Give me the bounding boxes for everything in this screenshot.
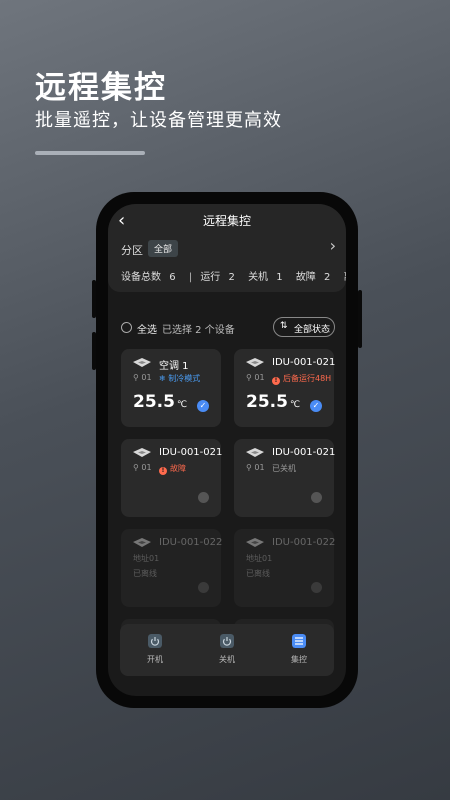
page-title: 远程集控 (202, 214, 251, 228)
ac-unit-icon (133, 358, 151, 367)
zone-badge[interactable]: 全部 (148, 240, 179, 257)
device-location: ⚲ 01 (133, 463, 152, 472)
device-location: ⚲ 01 (133, 373, 152, 382)
device-location: 地址01 (133, 554, 160, 563)
stat-running: 运行 2 (200, 272, 235, 283)
device-status: 已关机 (272, 464, 296, 473)
power-off-button[interactable]: 关机 (197, 624, 257, 676)
checkmark-icon[interactable]: ✓ (310, 400, 322, 412)
select-all-label[interactable]: 全选 (137, 321, 157, 336)
power-icon (220, 634, 234, 648)
ac-unit-icon (133, 448, 151, 457)
stat-off: 关机 1 (248, 272, 283, 283)
device-status: ! 故障 (159, 463, 186, 475)
select-radio[interactable] (311, 492, 322, 503)
device-name: IDU-001-021 (272, 447, 336, 458)
device-name: IDU-001-021 (272, 357, 336, 368)
hero-title: 远程集控 (35, 70, 167, 106)
ac-unit-icon (246, 448, 264, 457)
app-header: ‹ 远程集控 分区 全部 › 设备总数 6 | 运行 2 关机 1 故障 2 离… (108, 204, 346, 292)
ac-unit-icon (133, 538, 151, 547)
device-card[interactable]: IDU-001-022 地址01 已离线 (121, 529, 223, 607)
control-panel-icon (292, 634, 306, 648)
device-stats: 设备总数 6 | 运行 2 关机 1 故障 2 离线 1 (121, 268, 346, 283)
power-on-button[interactable]: 开机 (125, 624, 185, 676)
hero-underline (35, 151, 145, 155)
select-radio[interactable] (198, 492, 209, 503)
device-location: ⚲ 01 (246, 373, 265, 382)
phone-frame: ‹ 远程集控 分区 全部 › 设备总数 6 | 运行 2 关机 1 故障 2 离… (92, 192, 362, 708)
device-card[interactable]: IDU-001-021 ⚲ 01 ! 故障 (121, 439, 223, 517)
status-filter-button[interactable]: ⇅ 全部状态 (273, 317, 335, 337)
warning-icon: ! (159, 467, 167, 475)
select-all-radio[interactable] (121, 322, 132, 333)
device-card[interactable]: IDU-001-021 ⚲ 01 ! 后备运行48H 25.5 ℃ ✓ (234, 349, 336, 427)
phone-volume-button (92, 332, 96, 370)
device-card[interactable]: IDU-001-022 地址01 已离线 (234, 529, 336, 607)
phone-volume-button (92, 280, 96, 318)
select-radio[interactable] (311, 582, 322, 593)
device-temperature: 25.5 ℃ (133, 392, 188, 412)
selection-bar: 全选 已选择 2 个设备 ⇅ 全部状态 (121, 317, 335, 339)
warning-icon: ! (272, 377, 280, 385)
stat-divider: | (188, 272, 193, 283)
device-status: ❄ 制冷模式 (159, 374, 201, 383)
device-name: 空调 1 (159, 361, 189, 372)
stat-offline: 离线 1 (344, 272, 346, 283)
device-name: IDU-001-022 (272, 537, 336, 548)
device-location: 地址01 (246, 554, 273, 563)
chevron-right-icon[interactable]: › (330, 236, 336, 255)
power-icon (148, 634, 162, 648)
checkmark-icon[interactable]: ✓ (197, 400, 209, 412)
bottom-action-bar: 开机 关机 集控 (120, 624, 334, 676)
ac-unit-icon (246, 538, 264, 547)
device-location: ⚲ 01 (246, 463, 265, 472)
hero-subtitle: 批量遥控，让设备管理更高效 (35, 110, 282, 131)
central-control-button[interactable]: 集控 (269, 624, 329, 676)
filter-icon: ⇅ (280, 321, 288, 331)
device-name: IDU-001-022 (159, 537, 223, 548)
app-screen: ‹ 远程集控 分区 全部 › 设备总数 6 | 运行 2 关机 1 故障 2 离… (108, 204, 346, 696)
ac-unit-icon (246, 358, 264, 367)
zone-label: 分区 (121, 244, 143, 257)
device-name: IDU-001-021 (159, 447, 223, 458)
device-status: ! 后备运行48H (272, 373, 331, 385)
selected-count: 已选择 2 个设备 (162, 325, 235, 336)
device-temperature: 25.5 ℃ (246, 392, 301, 412)
phone-power-button (358, 290, 362, 348)
device-status: 已离线 (246, 569, 270, 578)
stat-total: 设备总数 6 (121, 272, 176, 283)
select-radio[interactable] (198, 582, 209, 593)
device-card[interactable]: 空调 1 ⚲ 01 ❄ 制冷模式 25.5 ℃ ✓ (121, 349, 221, 427)
stat-fault: 故障 2 (295, 272, 331, 283)
device-card[interactable]: IDU-001-021 ⚲ 01 已关机 (234, 439, 336, 517)
device-status: 已离线 (133, 569, 157, 578)
